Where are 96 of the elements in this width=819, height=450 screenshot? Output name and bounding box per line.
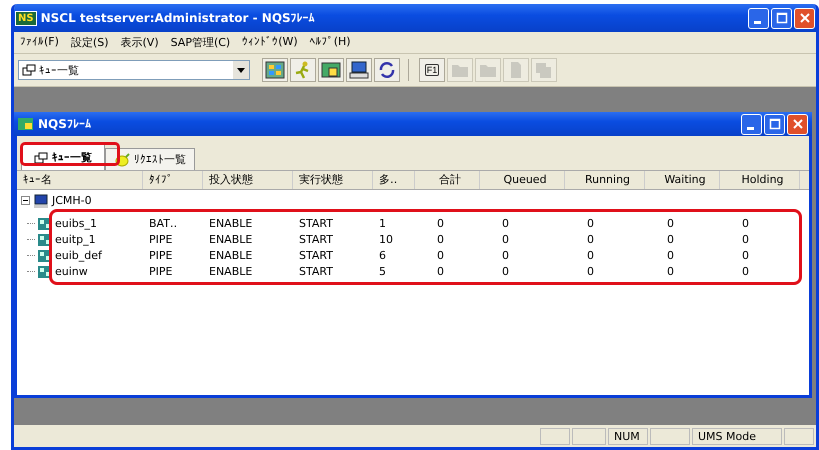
table-cell: 0 [587, 232, 594, 246]
table-cell: 0 [587, 216, 594, 230]
table-cell: 0 [437, 216, 444, 230]
help-button[interactable]: F1 [419, 58, 445, 82]
maximize-icon [768, 118, 780, 130]
table-cell: 0 [502, 216, 509, 230]
status-pane [650, 428, 690, 444]
close-icon [792, 118, 804, 130]
table-cell: 0 [587, 248, 594, 262]
window-icon [22, 64, 36, 76]
lemon-icon [114, 152, 130, 166]
window-title: NSCL testserver:Administrator - NQSﾌﾚｰﾑ [40, 11, 316, 25]
grid-icon [265, 61, 285, 79]
menu-item[interactable]: ﾌｧｲﾙ(F) [20, 35, 59, 50]
table-cell: START [299, 232, 333, 246]
status-pane [784, 428, 814, 444]
table-cell: 1 [379, 216, 386, 230]
menu-item[interactable]: 表示(V) [120, 35, 159, 50]
table-cell: 0 [437, 264, 444, 278]
table-cell: 6 [379, 248, 386, 262]
tree-node-label[interactable]: JCMH-0 [52, 194, 92, 207]
view-dropdown[interactable]: ｷｭｰ一覧 [18, 60, 250, 80]
column-header[interactable]: 実行状態 [293, 171, 373, 189]
status-pane [540, 428, 570, 444]
computer-icon [349, 61, 369, 79]
maximize-button[interactable] [771, 8, 792, 28]
queue-name[interactable]: euitp_1 [55, 232, 96, 246]
status-mode: UMS Mode [692, 428, 782, 444]
column-header[interactable]: 多‥ [373, 171, 415, 189]
app-logo-icon: NS [15, 10, 37, 26]
column-header[interactable]: 投入状態 [203, 171, 293, 189]
queue-name[interactable]: euibs_1 [55, 216, 98, 230]
table-cell: 0 [742, 248, 749, 262]
table-cell: PIPE [149, 232, 172, 246]
menu-item[interactable]: ｳｨﾝﾄﾞｳ(W) [242, 35, 298, 50]
column-header[interactable]: Running [565, 171, 645, 189]
table-cell: START [299, 264, 333, 278]
table-cell: 0 [667, 232, 674, 246]
table-cell: ENABLE [209, 232, 252, 246]
table-cell: 0 [742, 216, 749, 230]
table-cell: 0 [667, 264, 674, 278]
tab[interactable]: ﾘｸｴｽﾄ一覧 [105, 148, 195, 170]
table-cell: 0 [742, 264, 749, 278]
table-cell: BAT‥ [149, 216, 178, 230]
minimize-button[interactable] [741, 114, 762, 134]
column-header[interactable]: ｷｭｰ名 [17, 171, 143, 189]
minimize-icon [746, 126, 754, 130]
minimize-button[interactable] [748, 8, 769, 28]
app-icon [18, 117, 34, 131]
minimize-icon [754, 20, 760, 24]
table-cell: PIPE [149, 248, 172, 262]
refresh-icon [377, 61, 397, 79]
maximize-icon [776, 12, 788, 24]
table-cell: 0 [437, 248, 444, 262]
table-cell: 5 [379, 264, 386, 278]
pages-icon [534, 61, 554, 79]
menu-item[interactable]: ﾍﾙﾌﾟ(H) [310, 35, 351, 50]
table-cell: 0 [502, 248, 509, 262]
table-cell: 0 [502, 232, 509, 246]
child-window-title: NQSﾌﾚｰﾑ [38, 117, 92, 131]
table-cell: 0 [587, 264, 594, 278]
toolbar-button[interactable] [374, 58, 400, 82]
table-cell: 0 [667, 216, 674, 230]
table-cell: 0 [667, 248, 674, 262]
menu-item[interactable]: SAP管理(C) [170, 35, 230, 50]
table-cell: 10 [379, 232, 393, 246]
table-cell: PIPE [149, 264, 172, 278]
column-header[interactable]: Queued [480, 171, 565, 189]
caret-icon [237, 68, 245, 72]
close-button[interactable] [794, 8, 815, 28]
table-cell: ENABLE [209, 264, 252, 278]
table-cell: START [299, 248, 333, 262]
table-cell: 0 [742, 232, 749, 246]
queue-name[interactable]: euinw [55, 264, 88, 278]
collapse-toggle[interactable] [21, 196, 30, 205]
menu-item[interactable]: 設定(S) [70, 35, 108, 50]
column-header[interactable]: 合計 [415, 171, 480, 189]
table-cell: 0 [502, 264, 509, 278]
close-button[interactable] [787, 114, 808, 134]
toolbar-button[interactable] [346, 58, 372, 82]
close-icon [798, 12, 810, 24]
toolbar-button[interactable] [262, 58, 288, 82]
status-indicator: NUM [608, 428, 648, 444]
column-header[interactable]: Holding [720, 171, 800, 189]
maximize-button[interactable] [764, 114, 785, 134]
table-cell: START [299, 216, 333, 230]
computer-icon [33, 194, 49, 208]
table-cell: ENABLE [209, 216, 252, 230]
queue-name[interactable]: euib_def [55, 248, 102, 262]
column-header[interactable]: Waiting [645, 171, 720, 189]
table-cell: 0 [437, 232, 444, 246]
column-header[interactable]: ﾀｲﾌﾟ [143, 171, 203, 189]
toolbar-button[interactable] [318, 58, 344, 82]
table-cell: ENABLE [209, 248, 252, 262]
status-pane [572, 428, 606, 444]
window-icon [34, 152, 48, 164]
